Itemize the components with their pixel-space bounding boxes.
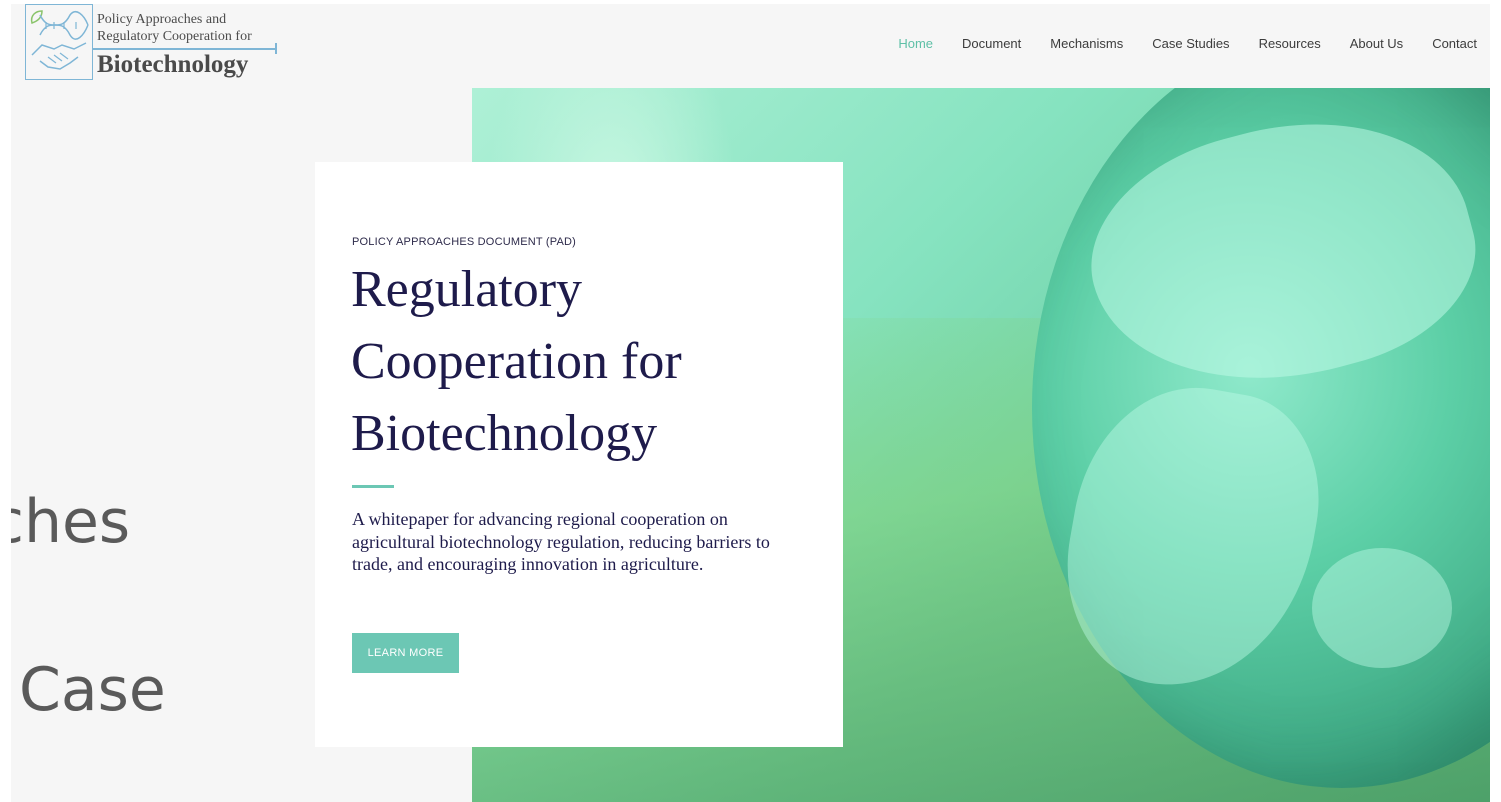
background-scroll-text-2: Case <box>19 655 166 725</box>
logo-divider-end <box>275 43 277 54</box>
hero-eyebrow: POLICY APPROACHES DOCUMENT (PAD) <box>352 236 576 248</box>
dna-handshake-icon <box>30 10 89 70</box>
hero-card: POLICY APPROACHES DOCUMENT (PAD) Regulat… <box>315 162 843 747</box>
background-scroll-text-1: ches <box>11 487 131 557</box>
nav-mechanisms[interactable]: Mechanisms <box>1050 36 1123 51</box>
nav-home[interactable]: Home <box>898 36 933 51</box>
hero-title: Regulatory Cooperation for Biotechnology <box>351 261 682 462</box>
logo-text-line2: Regulatory Cooperation for <box>97 29 252 44</box>
nav-case-studies[interactable]: Case Studies <box>1152 36 1229 51</box>
title-accent-bar <box>352 485 394 488</box>
logo-text-main: Biotechnology <box>97 51 249 78</box>
page: Policy Approaches and Regulatory Coopera… <box>11 4 1490 802</box>
nav-about-us[interactable]: About Us <box>1350 36 1403 51</box>
nav-document[interactable]: Document <box>962 36 1021 51</box>
logo-emblem <box>25 4 93 80</box>
globe-landmass-islands <box>1312 548 1452 668</box>
nav-contact[interactable]: Contact <box>1432 36 1477 51</box>
logo-text-line1: Policy Approaches and <box>97 12 227 27</box>
learn-more-button[interactable]: LEARN MORE <box>352 633 459 673</box>
site-logo[interactable]: Policy Approaches and Regulatory Coopera… <box>25 4 287 84</box>
hero-description: A whitepaper for advancing regional coop… <box>352 509 770 574</box>
nav-resources[interactable]: Resources <box>1259 36 1321 51</box>
main-nav: Home Document Mechanisms Case Studies Re… <box>869 36 1477 51</box>
